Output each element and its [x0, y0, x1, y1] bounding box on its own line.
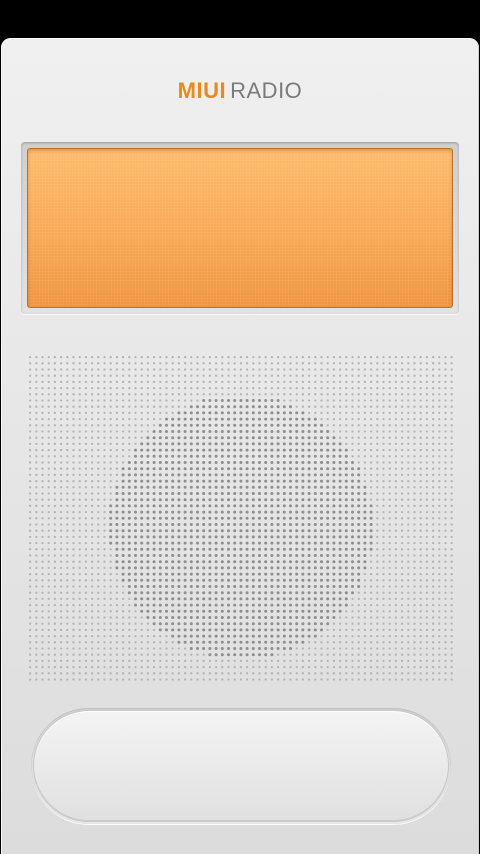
app-title: MIUI RADIO [1, 78, 479, 104]
speaker-grille [27, 354, 455, 684]
frequency-display[interactable] [27, 148, 453, 308]
control-button-frame [31, 708, 451, 824]
brand-miui: MIUI [177, 78, 227, 103]
power-button[interactable] [33, 710, 449, 822]
radio-body: MIUI RADIO [1, 38, 479, 854]
status-bar [0, 0, 480, 38]
speaker-grille-icon [28, 355, 453, 681]
display-frame [21, 142, 459, 314]
brand-radio: RADIO [230, 78, 303, 103]
